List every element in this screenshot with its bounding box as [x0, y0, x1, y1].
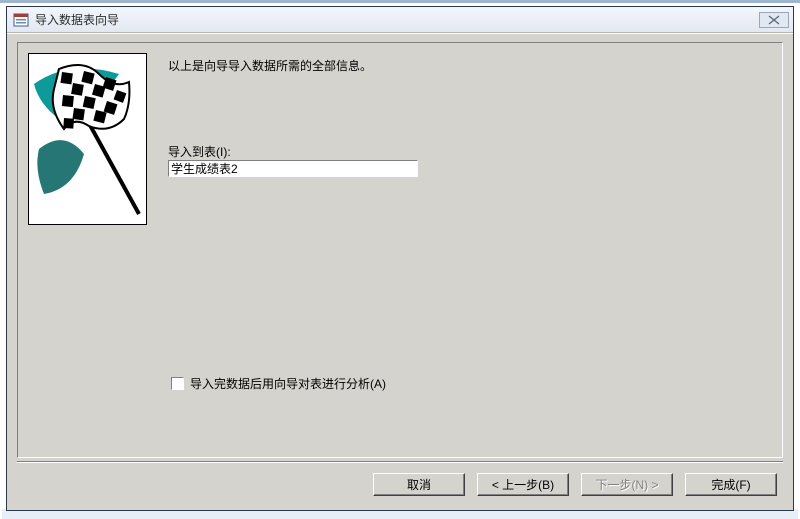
back-button-label: < 上一步(B)	[492, 476, 554, 493]
back-button[interactable]: < 上一步(B)	[477, 473, 569, 496]
client-area: 以上是向导导入数据所需的全部信息。 导入到表(I): 导入完数据后用向导对表进行…	[7, 33, 793, 510]
content-panel: 以上是向导导入数据所需的全部信息。 导入到表(I): 导入完数据后用向导对表进行…	[17, 42, 783, 458]
analyze-checkbox[interactable]	[171, 377, 184, 390]
table-name-input[interactable]	[168, 160, 418, 177]
finish-button[interactable]: 完成(F)	[685, 473, 777, 496]
button-bar: 取消 < 上一步(B) 下一步(N) > 完成(F)	[373, 473, 777, 496]
info-text: 以上是向导导入数据所需的全部信息。	[168, 57, 372, 74]
separator	[17, 461, 783, 463]
next-button-label: 下一步(N) >	[595, 476, 658, 493]
analyze-checkbox-label: 导入完数据后用向导对表进行分析(A)	[190, 375, 386, 392]
next-button: 下一步(N) >	[581, 473, 673, 496]
analyze-checkbox-row[interactable]: 导入完数据后用向导对表进行分析(A)	[171, 375, 386, 392]
titlebar: 导入数据表向导	[7, 7, 793, 33]
app-icon	[13, 12, 29, 28]
cancel-button-label: 取消	[407, 476, 431, 493]
close-button[interactable]	[759, 12, 789, 28]
wizard-dialog: 导入数据表向导	[6, 6, 794, 511]
dialog-title: 导入数据表向导	[35, 11, 759, 28]
wizard-graphic	[28, 53, 147, 225]
import-to-label: 导入到表(I):	[168, 143, 231, 160]
cancel-button[interactable]: 取消	[373, 473, 465, 496]
finish-button-label: 完成(F)	[711, 476, 750, 493]
